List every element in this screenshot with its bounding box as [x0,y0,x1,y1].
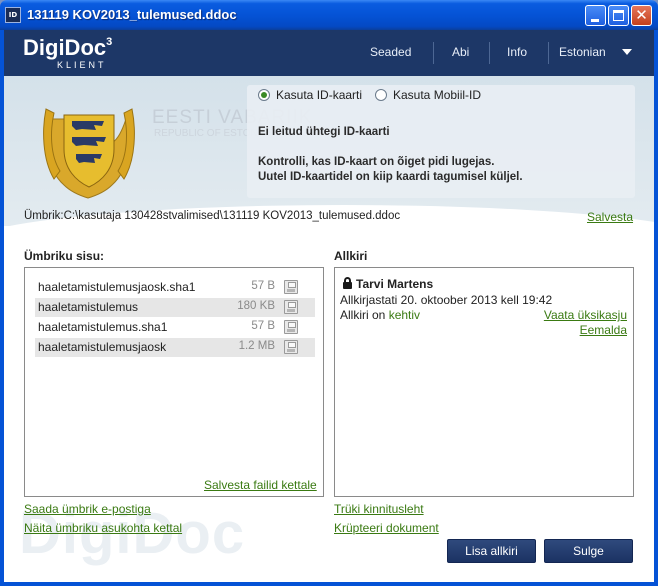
nav-separator [433,42,434,64]
language-select[interactable]: Estonian [559,45,606,59]
window-titlebar[interactable]: ID 131119 KOV2013_tulemused.ddoc ✕ [0,0,658,30]
file-size: 1.2 MB [238,340,275,352]
card-chip-message: Uutel ID-kaartidel on kiip kaardi tagumi… [258,171,523,183]
envelope-path: Ümbrik:C:\kasutaja 130428stvalimised\131… [24,210,401,222]
app-header: DigiDoc3 KLIENT Seaded Abi Info Estonian [4,30,654,76]
file-size: 57 B [251,320,275,332]
save-disk-icon[interactable] [284,320,298,334]
send-email-link[interactable]: Saada ümbrik e-postiga [24,502,151,516]
save-disk-icon[interactable] [284,300,298,314]
brand-subtitle: KLIENT [57,60,107,70]
remove-signature-link[interactable]: Eemalda [580,323,627,337]
nav-separator [548,42,549,64]
signature-status-prefix: Allkiri on [340,308,386,322]
show-location-link[interactable]: Näita ümbriku asukohta kettal [24,521,182,535]
file-size: 57 B [251,280,275,292]
lock-icon [343,277,352,289]
file-name: haaletamistulemusjaosk.sha1 [38,280,196,294]
brand-version: 3 [106,36,113,48]
nav-info[interactable]: Info [507,45,527,59]
contents-title: Ümbriku sisu: [24,249,105,263]
chevron-down-icon[interactable] [622,49,632,55]
brand-name: DigiDoc [23,35,107,60]
digidoc-logo: DigiDoc3 KLIENT [23,35,113,70]
minimize-button[interactable] [585,5,606,26]
maximize-icon [613,10,624,21]
estonian-coat-of-arms-icon [43,108,135,199]
nav-separator [489,42,490,64]
radio-mobile-id-label[interactable]: Kasuta Mobiil-ID [393,88,481,102]
file-name: haaletamistulemus.sha1 [38,320,168,334]
file-name: haaletamistulemusjaosk [38,340,167,354]
save-envelope-link[interactable]: Salvesta [587,210,633,224]
add-signature-button[interactable]: Lisa allkiri [447,539,536,563]
signature-list: Tarvi Martens Allkirjastati 20. oktoober… [334,267,634,497]
view-details-link[interactable]: Vaata üksikasju [544,308,627,322]
radio-mobile-id[interactable] [375,89,387,101]
file-row[interactable]: haaletamistulemus.sha1 57 B [35,318,315,337]
file-size: 180 KB [237,300,275,312]
signer-name: Tarvi Martens [356,277,434,291]
id-card-panel: Kasuta ID-kaarti Kasuta Mobiil-ID Ei lei… [247,85,635,198]
radio-id-card-label[interactable]: Kasuta ID-kaarti [276,88,362,102]
close-icon: ✕ [635,6,648,24]
file-name: haaletamistulemus [38,300,139,314]
nav-help[interactable]: Abi [452,45,469,59]
file-row[interactable]: haaletamistulemusjaosk.sha1 57 B [35,278,315,297]
save-disk-icon[interactable] [284,340,298,354]
encrypt-document-link[interactable]: Krüpteeri dokument [334,521,439,535]
minimize-icon [591,19,599,22]
app-client-area: DigiDoc3 KLIENT Seaded Abi Info Estonian… [4,30,654,582]
close-window-button[interactable]: ✕ [631,5,652,26]
maximize-button[interactable] [608,5,629,26]
nav-settings[interactable]: Seaded [370,45,411,59]
file-row[interactable]: haaletamistulemusjaosk 1.2 MB [35,338,315,357]
card-check-message: Kontrolli, kas ID-kaart on õiget pidi lu… [258,156,495,168]
print-confirmation-link[interactable]: Trüki kinnitusleht [334,502,424,516]
signature-status: Allkiri on kehtiv [340,308,420,322]
digidoc-app-icon: ID [5,7,21,23]
signature-valid-value: kehtiv [388,308,421,322]
close-button[interactable]: Sulge [544,539,633,563]
contents-list[interactable]: haaletamistulemusjaosk.sha1 57 B haaleta… [24,267,324,497]
radio-id-card[interactable] [258,89,270,101]
save-files-link[interactable]: Salvesta failid kettale [204,478,317,492]
signed-at: Allkirjastati 20. oktoober 2013 kell 19:… [340,293,553,307]
save-disk-icon[interactable] [284,280,298,294]
signature-title: Allkiri [334,249,368,263]
no-card-message: Ei leitud ühtegi ID-kaarti [258,126,390,138]
file-row[interactable]: haaletamistulemus 180 KB [35,298,315,317]
window-title: 131119 KOV2013_tulemused.ddoc [27,7,237,22]
